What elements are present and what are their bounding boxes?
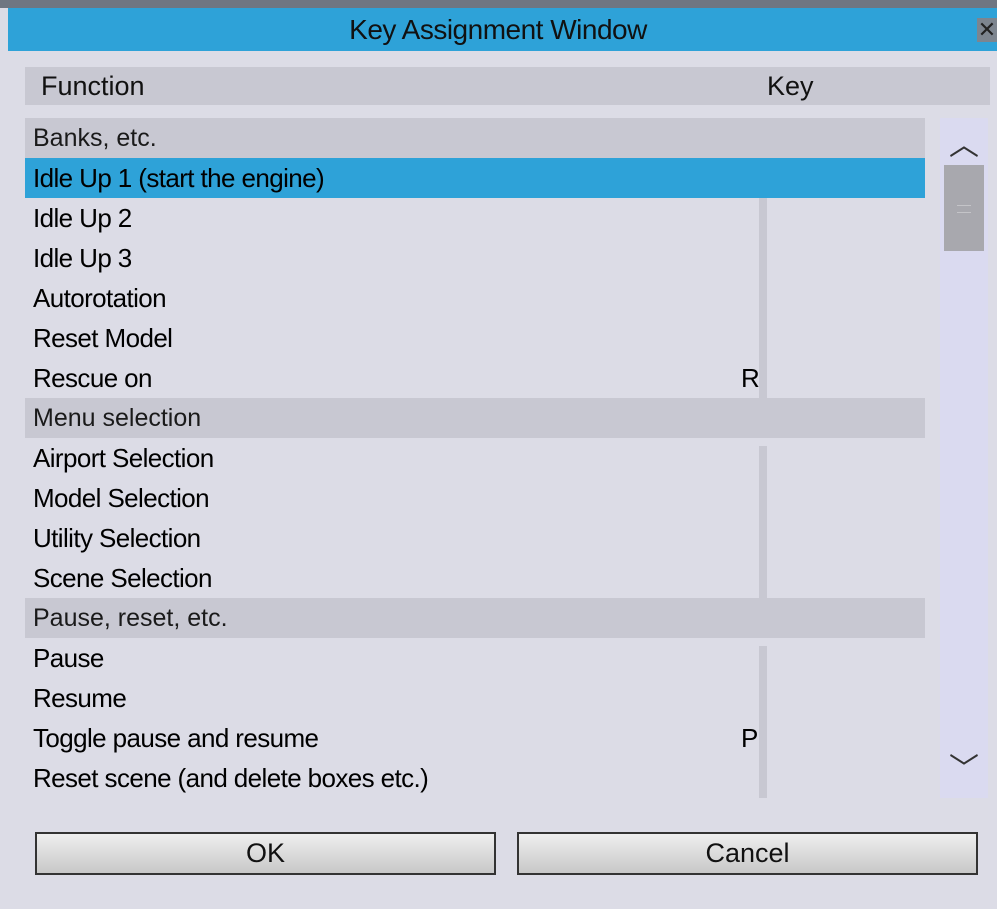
item-label: Idle Up 3 bbox=[33, 243, 132, 273]
list-item-utility-selection[interactable]: Utility Selection bbox=[25, 518, 925, 558]
item-label: Reset Model bbox=[33, 323, 173, 353]
item-key: R bbox=[741, 363, 760, 393]
background-strip bbox=[0, 0, 997, 8]
list-item-reset-model[interactable]: Reset Model bbox=[25, 318, 925, 358]
list-item-toggle-pause-resume[interactable]: Toggle pause and resume P bbox=[25, 718, 925, 758]
item-label: Idle Up 2 bbox=[33, 203, 132, 233]
list-item-airport-selection[interactable]: Airport Selection bbox=[25, 438, 925, 478]
chevron-down-icon[interactable]: ﹀ bbox=[940, 750, 988, 790]
cancel-button[interactable]: Cancel bbox=[517, 832, 978, 875]
item-label: Toggle pause and resume bbox=[33, 723, 319, 753]
section-label: Banks, etc. bbox=[33, 124, 157, 152]
list-item-pause[interactable]: Pause bbox=[25, 638, 925, 678]
window-title: Key Assignment Window bbox=[349, 14, 647, 45]
column-header: Function Key bbox=[25, 67, 990, 105]
list-item-idle-up-3[interactable]: Idle Up 3 bbox=[25, 238, 925, 278]
item-label: Rescue on bbox=[33, 363, 153, 393]
item-label: Scene Selection bbox=[33, 563, 213, 593]
list-item-resume[interactable]: Resume bbox=[25, 678, 925, 718]
vertical-scrollbar[interactable]: ︿ ﹀ bbox=[940, 118, 988, 798]
key-assignment-list[interactable]: Banks, etc. Idle Up 1 (start the engine)… bbox=[25, 118, 925, 798]
section-label: Pause, reset, etc. bbox=[33, 604, 228, 632]
list-item-model-selection[interactable]: Model Selection bbox=[25, 478, 925, 518]
item-label: Autorotation bbox=[33, 283, 167, 313]
item-label: Idle Up 1 (start the engine) bbox=[33, 163, 325, 193]
item-label: Utility Selection bbox=[33, 523, 201, 553]
list-item-autorotation[interactable]: Autorotation bbox=[25, 278, 925, 318]
list-item-idle-up-1[interactable]: Idle Up 1 (start the engine) bbox=[25, 158, 925, 198]
list-item-idle-up-2[interactable]: Idle Up 2 bbox=[25, 198, 925, 238]
ok-button[interactable]: OK bbox=[35, 832, 496, 875]
section-header-menu-selection: Menu selection bbox=[25, 398, 925, 438]
item-label: Pause bbox=[33, 643, 104, 673]
item-label: Reset scene (and delete boxes etc.) bbox=[33, 763, 429, 793]
list-item-scene-selection[interactable]: Scene Selection bbox=[25, 558, 925, 598]
column-header-key: Key bbox=[767, 71, 814, 101]
grip-icon bbox=[957, 205, 971, 213]
item-label: Model Selection bbox=[33, 483, 210, 513]
list-item-reset-scene[interactable]: Reset scene (and delete boxes etc.) bbox=[25, 758, 925, 798]
section-header-pause-reset: Pause, reset, etc. bbox=[25, 598, 925, 638]
column-header-function: Function bbox=[41, 71, 145, 101]
item-label: Airport Selection bbox=[33, 443, 214, 473]
section-header-banks: Banks, etc. bbox=[25, 118, 925, 158]
section-label: Menu selection bbox=[33, 404, 202, 432]
item-key: P bbox=[741, 723, 759, 753]
title-bar[interactable]: Key Assignment Window ✕ bbox=[8, 8, 997, 51]
close-icon[interactable]: ✕ bbox=[977, 18, 997, 42]
chevron-up-icon[interactable]: ︿ bbox=[940, 126, 988, 166]
item-label: Resume bbox=[33, 683, 127, 713]
list-item-rescue-on[interactable]: Rescue on R bbox=[25, 358, 925, 398]
scrollbar-thumb[interactable] bbox=[944, 165, 984, 251]
